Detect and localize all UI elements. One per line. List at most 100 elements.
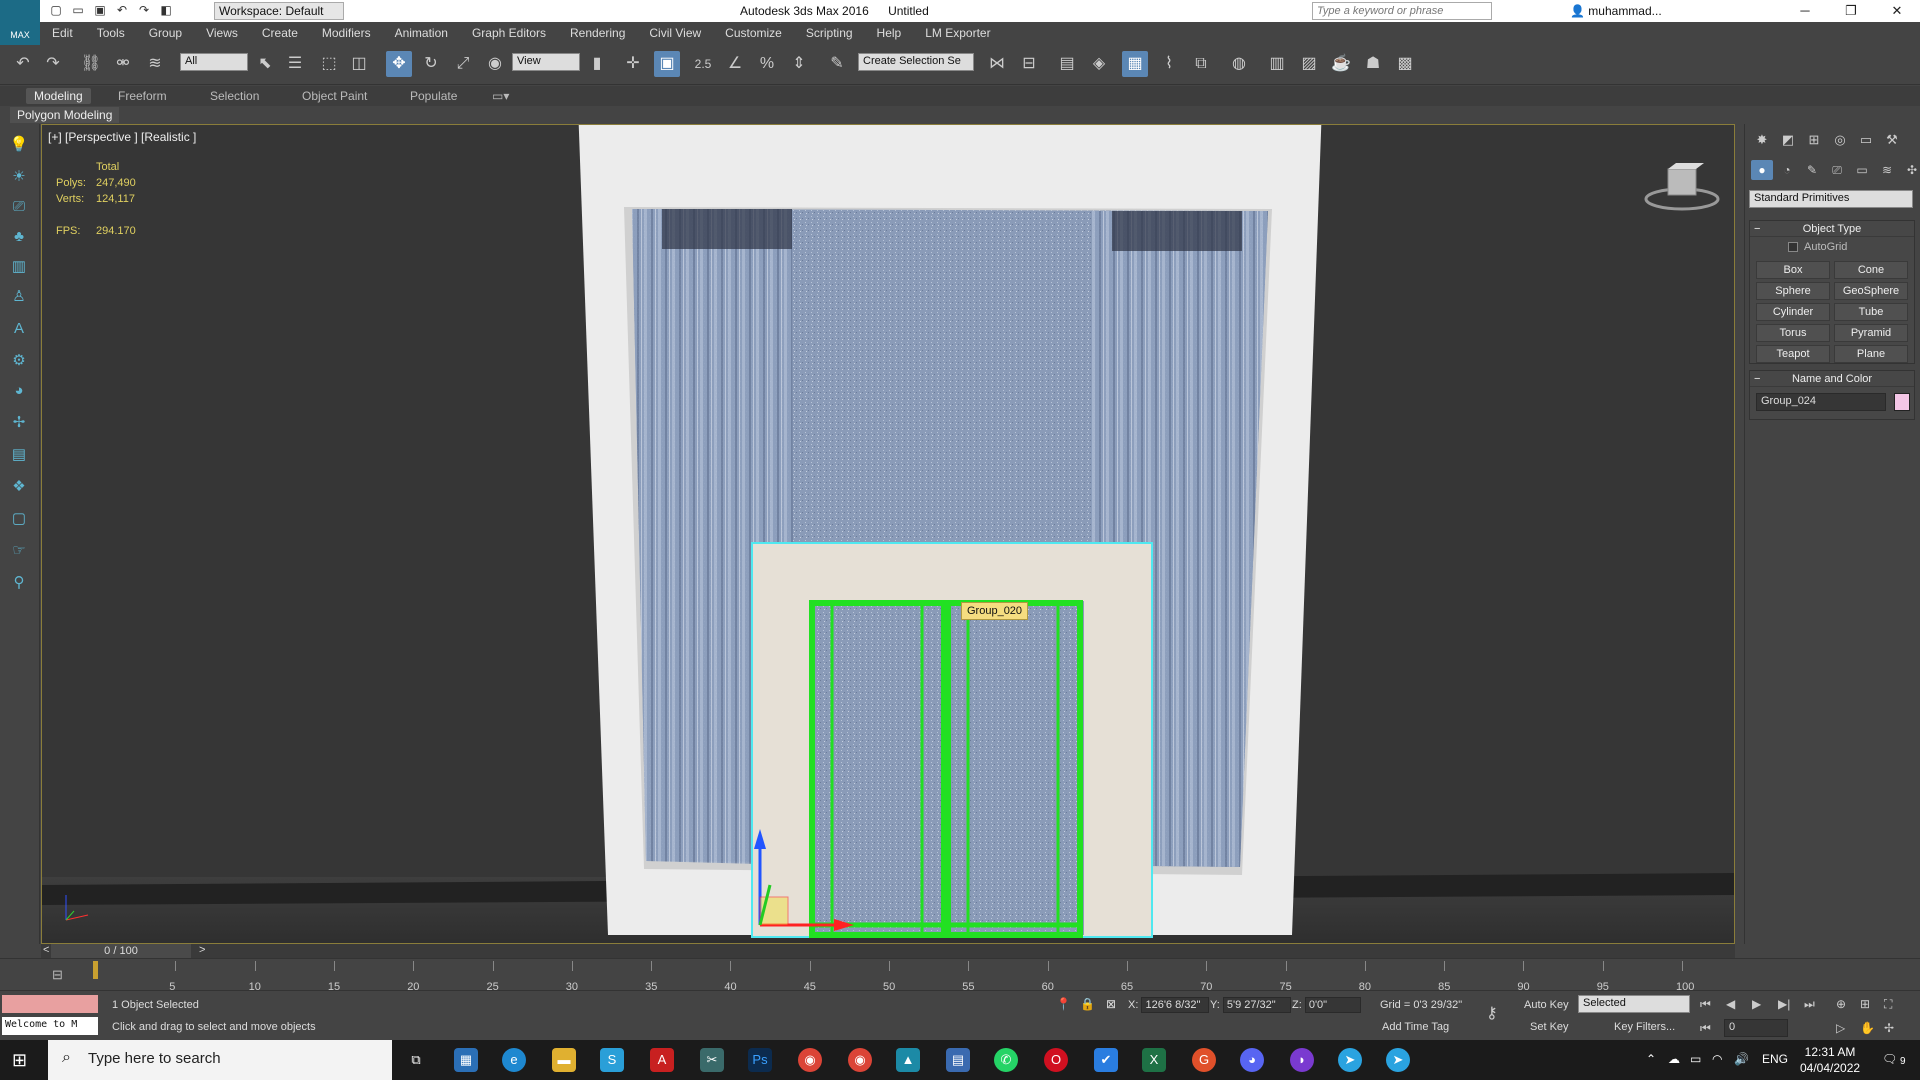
camera-icon[interactable]: ⎚ — [8, 196, 30, 218]
discord-icon[interactable]: ◕ — [1240, 1048, 1264, 1072]
tab-populate[interactable]: Populate — [402, 88, 465, 104]
bulb-icon[interactable]: ⚲ — [8, 572, 30, 594]
pyramid-button[interactable]: Pyramid — [1834, 324, 1908, 342]
z-value[interactable]: 0'0" — [1304, 997, 1361, 1013]
photoshop-icon[interactable]: Ps — [748, 1048, 772, 1072]
menu-group[interactable]: Group — [137, 22, 194, 44]
volume-icon[interactable]: 🔊 — [1734, 1052, 1749, 1066]
menu-edit[interactable]: Edit — [40, 22, 85, 44]
cylinder-button[interactable]: Cylinder — [1756, 303, 1830, 321]
set-key-button[interactable]: Set Key — [1530, 1021, 1569, 1033]
tab-selection[interactable]: Selection — [202, 88, 267, 104]
edge-icon[interactable]: e — [502, 1048, 526, 1072]
pivot-center-icon[interactable]: ▮ — [584, 51, 610, 77]
grammarly-icon[interactable]: G — [1192, 1048, 1216, 1072]
x-value[interactable]: 126'6 8/32" — [1141, 997, 1210, 1013]
ribbon-options-icon[interactable]: ▭▾ — [484, 88, 517, 104]
time-slider[interactable]: < 0 / 100 > — [41, 944, 1735, 958]
space-warps-icon[interactable]: ≋ — [1876, 160, 1898, 180]
minimize-icon[interactable]: ─ — [1782, 0, 1828, 22]
sphere-button[interactable]: Sphere — [1756, 282, 1830, 300]
opera-icon[interactable]: O — [1044, 1048, 1068, 1072]
play-icon[interactable]: ▶ — [1752, 997, 1761, 1011]
slider-prev-icon[interactable]: < — [43, 944, 49, 956]
help-search-input[interactable]: Type a keyword or phrase — [1312, 2, 1492, 20]
polygon-modeling-panel[interactable]: Polygon Modeling — [10, 107, 120, 123]
person-icon[interactable]: ♙ — [8, 286, 30, 308]
key-mode-toggle-icon[interactable]: ⏮ — [1700, 1021, 1711, 1036]
notification-center-icon[interactable]: 🗨 — [1882, 1052, 1897, 1066]
app-logo[interactable]: MAX — [0, 0, 40, 45]
workspace-dropdown[interactable]: Workspace: Default — [214, 2, 344, 20]
y-coordinate[interactable]: Y: 5'9 27/32" — [1210, 997, 1291, 1013]
autocad-icon[interactable]: A — [650, 1048, 674, 1072]
percent-snap-icon[interactable]: % — [754, 51, 780, 77]
select-and-move-icon[interactable]: ✥ — [386, 51, 412, 77]
redo-icon[interactable]: ↷ — [136, 3, 152, 18]
zoom-icon[interactable]: ⊕ — [1836, 997, 1846, 1011]
object-color-swatch[interactable] — [1894, 393, 1910, 411]
utilities-tab-icon[interactable]: ⚒ — [1881, 130, 1903, 150]
tab-modeling[interactable]: Modeling — [26, 88, 91, 104]
previous-frame-icon[interactable]: ◀ — [1726, 997, 1735, 1011]
menu-create[interactable]: Create — [250, 22, 310, 44]
telegram-desktop-icon[interactable]: ➤ — [1386, 1048, 1410, 1072]
track-bar[interactable]: ⊟ 5 10 15 20 25 30 35 40 45 50 55 60 65 70 75 80 85 90 95 1… — [0, 958, 1920, 993]
unlink-icon[interactable]: ⚮ — [110, 51, 136, 77]
menu-help[interactable]: Help — [865, 22, 914, 44]
windows-start-icon[interactable]: ⊞ — [12, 1050, 27, 1071]
file-explorer-icon[interactable]: ▬ — [552, 1048, 576, 1072]
torus-button[interactable]: Torus — [1756, 324, 1830, 342]
layer-explorer-icon[interactable]: ▤ — [1054, 51, 1080, 77]
motion-tab-icon[interactable]: ◎ — [1829, 130, 1851, 150]
podcast-icon[interactable]: ◗ — [1290, 1048, 1314, 1072]
menu-lm-exporter[interactable]: LM Exporter — [913, 22, 1002, 44]
edit-named-selection-icon[interactable]: ✎ — [824, 51, 850, 77]
script-icon[interactable]: ▤ — [8, 444, 30, 466]
render-online-icon[interactable]: ▩ — [1392, 51, 1418, 77]
rectangular-selection-icon[interactable]: ⬚ — [316, 51, 342, 77]
select-and-scale-icon[interactable]: ⤢ — [450, 51, 476, 77]
battery-icon[interactable]: ▭ — [1690, 1052, 1701, 1066]
mirror-icon[interactable]: ⋈ — [984, 51, 1010, 77]
slider-next-icon[interactable]: > — [199, 944, 205, 956]
perspective-viewport[interactable]: [+] [Perspective ] [Realistic ] Total Po… — [41, 124, 1735, 944]
reference-coordinate-dropdown[interactable]: View — [512, 53, 580, 71]
scene-explorer-icon[interactable]: ▦ — [1122, 51, 1148, 77]
text-icon[interactable]: A — [8, 318, 30, 340]
notepad-icon[interactable]: ▤ — [946, 1048, 970, 1072]
add-time-tag[interactable]: Add Time Tag — [1382, 1021, 1449, 1033]
taskbar-search-input[interactable]: ⌕ Type here to search — [48, 1040, 392, 1080]
go-to-start-icon[interactable]: ⏮ — [1700, 997, 1711, 1012]
orbit-icon[interactable]: ✢ — [1884, 1021, 1894, 1035]
tube-button[interactable]: Tube — [1834, 303, 1908, 321]
select-and-rotate-icon[interactable]: ↻ — [418, 51, 444, 77]
tab-freeform[interactable]: Freeform — [110, 88, 175, 104]
telegram-icon[interactable]: ➤ — [1338, 1048, 1362, 1072]
object-type-header[interactable]: − Object Type — [1750, 221, 1914, 237]
mini-curve-editor-icon[interactable]: ⊟ — [52, 967, 63, 983]
tree-icon[interactable]: ♣ — [8, 226, 30, 248]
hierarchy-tab-icon[interactable]: ⊞ — [1803, 130, 1825, 150]
key-mode-dropdown[interactable]: Selected — [1578, 995, 1690, 1013]
field-of-view-icon[interactable]: ▷ — [1836, 1021, 1845, 1035]
language-indicator[interactable]: ENG — [1762, 1052, 1788, 1066]
excel-icon[interactable]: X — [1142, 1048, 1166, 1072]
whatsapp-icon[interactable]: ✆ — [994, 1048, 1018, 1072]
menu-civil-view[interactable]: Civil View — [637, 22, 713, 44]
geosphere-button[interactable]: GeoSphere — [1834, 282, 1908, 300]
key-icon[interactable]: ⚷ — [1486, 1003, 1498, 1023]
viewport-label[interactable]: [+] [Perspective ] [Realistic ] — [48, 130, 196, 144]
chrome-profile-icon[interactable]: ◉ — [848, 1048, 872, 1072]
primitive-category-dropdown[interactable]: Standard Primitives — [1749, 190, 1913, 208]
selection-lock-icon[interactable]: 🔒 — [1080, 997, 1095, 1011]
todo-icon[interactable]: ✔ — [1094, 1048, 1118, 1072]
menu-customize[interactable]: Customize — [713, 22, 794, 44]
schematic-view-icon[interactable]: ⧉ — [1188, 51, 1214, 77]
save-icon[interactable]: ▣ — [92, 3, 108, 18]
align-icon[interactable]: ⊟ — [1016, 51, 1042, 77]
link-icon[interactable]: ⛓ — [78, 51, 104, 77]
viewcube-icon[interactable] — [1642, 157, 1722, 217]
plane-button[interactable]: Plane — [1834, 345, 1908, 363]
undo-icon[interactable]: ↶ — [114, 3, 130, 18]
